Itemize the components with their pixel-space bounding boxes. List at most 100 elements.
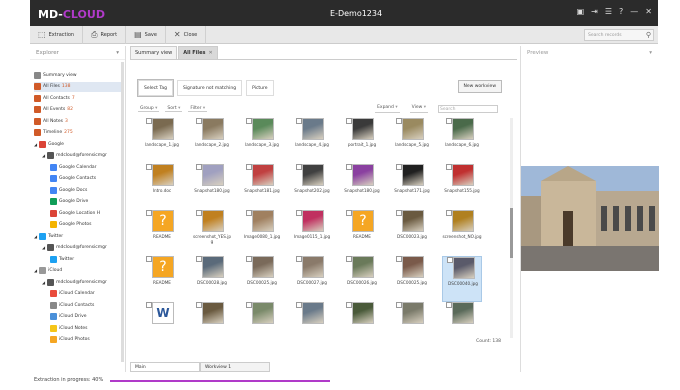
expand-arrow-icon[interactable]: ◢ [34,234,37,239]
view-dropdown[interactable]: View [409,105,428,113]
pin-icon[interactable]: ▾ [649,50,652,56]
file-thumbnail[interactable]: portrait_1.jpg [342,118,382,164]
expand-arrow-icon[interactable]: ◢ [42,280,45,285]
new-workview-button[interactable]: New workview [457,80,502,93]
file-thumbnail[interactable] [242,302,282,343]
group-dropdown[interactable]: Group [138,106,160,112]
file-thumbnail[interactable]: Intro.doc [142,164,182,210]
explorer-scrollbar[interactable] [121,62,124,362]
select-checkbox[interactable] [146,256,152,262]
file-thumbnail[interactable] [342,302,382,343]
minimize-icon[interactable]: — [630,7,638,16]
search-input[interactable]: Search records ⚲ [584,29,654,41]
extraction-button[interactable]: ⬚ Extraction [30,25,84,44]
explorer-item[interactable]: ◢ Twitter [34,231,124,241]
expand-arrow-icon[interactable]: ◢ [34,268,37,273]
tab-summary-view[interactable]: Summary view [130,46,178,59]
expand-arrow-icon[interactable]: ◢ [42,245,45,250]
screen-icon[interactable]: ▣ [577,7,585,16]
file-thumbnail[interactable]: DSC00040.jpg [442,256,482,302]
file-thumbnail[interactable]: Snapshot180.jpg [192,164,232,210]
bottom-tab-workview[interactable]: Workview 1 [200,362,270,372]
file-thumbnail[interactable]: DSC00025.jpg [392,256,432,302]
file-thumbnail[interactable]: ? README [342,210,382,256]
file-thumbnail[interactable]: DSC00028.jpg [192,256,232,302]
picture-filter-button[interactable]: Picture [246,80,274,96]
select-checkbox[interactable] [396,302,402,308]
explorer-item[interactable]: iCloud Notes [50,323,124,333]
select-checkbox[interactable] [296,256,302,262]
explorer-item[interactable]: ◢ Google [34,139,124,149]
file-thumbnail[interactable]: screenshot_NO.jpg [442,210,482,256]
select-checkbox[interactable] [446,302,452,308]
sort-dropdown[interactable]: Sort [165,106,183,112]
file-thumbnail[interactable]: Snapshot155.jpg [442,164,482,210]
file-thumbnail[interactable] [292,302,332,343]
explorer-item[interactable]: All Notes 3 [34,116,124,126]
explorer-item[interactable]: ◢ mdcloud@forensicmgr [42,277,124,287]
select-checkbox[interactable] [146,302,152,308]
select-checkbox[interactable] [296,118,302,124]
select-checkbox[interactable] [246,118,252,124]
select-checkbox[interactable] [196,164,202,170]
select-checkbox[interactable] [396,256,402,262]
close-icon[interactable]: ✕ [645,7,652,16]
expand-arrow-icon[interactable]: ◢ [34,142,37,147]
explorer-item[interactable]: Google Contacts [50,174,124,184]
file-thumbnail[interactable]: landscape_6.jpg [442,118,482,164]
select-checkbox[interactable] [446,118,452,124]
file-thumbnail[interactable]: landscape_1.jpg [142,118,182,164]
explorer-item[interactable]: Timeline 275 [34,128,124,138]
file-thumbnail[interactable]: screenshot_YES.jpg [192,210,232,256]
settings-icon[interactable]: ☰ [605,7,612,16]
select-checkbox[interactable] [146,210,152,216]
select-checkbox[interactable] [246,256,252,262]
select-checkbox[interactable] [296,302,302,308]
file-thumbnail[interactable]: ? README [142,256,182,302]
expand-dropdown[interactable]: Expand [375,105,400,113]
file-thumbnail[interactable]: DSC00027.jpg [292,256,332,302]
expand-arrow-icon[interactable]: ◢ [42,153,45,158]
explorer-item[interactable]: Google Drive [50,197,124,207]
file-thumbnail[interactable]: DSC00025.jpg [242,256,282,302]
select-checkbox[interactable] [196,210,202,216]
select-checkbox[interactable] [446,164,452,170]
pin-icon[interactable]: ▾ [116,50,119,56]
file-thumbnail[interactable]: W [142,302,182,343]
select-checkbox[interactable] [346,164,352,170]
select-checkbox[interactable] [246,164,252,170]
file-thumbnail[interactable]: landscape_4.jpg [292,118,332,164]
select-checkbox[interactable] [346,256,352,262]
select-checkbox[interactable] [196,302,202,308]
select-tag-button[interactable]: Select Tag [138,80,173,96]
filter-dropdown[interactable]: Filter [188,106,208,112]
bottom-tab-main[interactable]: Main [130,362,200,372]
file-thumbnail[interactable] [192,302,232,343]
select-checkbox[interactable] [196,256,202,262]
file-thumbnail[interactable]: Image0080_1.jpg [242,210,282,256]
explorer-item[interactable]: ◢ iCloud [34,266,124,276]
explorer-item[interactable]: ◢ mdcloud@forensicmgr [42,243,124,253]
exit-icon[interactable]: ⇥ [591,7,598,16]
explorer-item[interactable]: All Events 82 [34,105,124,115]
explorer-item[interactable]: Summary view [34,70,124,80]
select-checkbox[interactable] [346,302,352,308]
select-checkbox[interactable] [296,164,302,170]
file-thumbnail[interactable]: Snapshot180.jpg [342,164,382,210]
signature-filter-button[interactable]: Signature not matching [176,80,243,96]
explorer-item[interactable]: Google Calendar [50,162,124,172]
explorer-item[interactable]: Google Photos [50,220,124,230]
explorer-item[interactable]: iCloud Contacts [50,300,124,310]
file-thumbnail[interactable]: DSC00026.jpg [342,256,382,302]
file-search-input[interactable]: Search [438,105,498,113]
file-thumbnail[interactable]: Snapshot202.jpg [292,164,332,210]
scroll-thumb[interactable] [510,208,513,258]
select-checkbox[interactable] [396,118,402,124]
file-thumbnail[interactable]: DSC00023.jpg [392,210,432,256]
file-thumbnail[interactable]: ? README [142,210,182,256]
close-tab-icon[interactable]: ✕ [209,50,213,56]
file-thumbnail[interactable]: landscape_2.jpg [192,118,232,164]
file-thumbnail[interactable]: Snapshot181.jpg [242,164,282,210]
save-button[interactable]: ▤ Save [126,25,166,44]
file-thumbnail[interactable]: Image0115_1.jpg [292,210,332,256]
